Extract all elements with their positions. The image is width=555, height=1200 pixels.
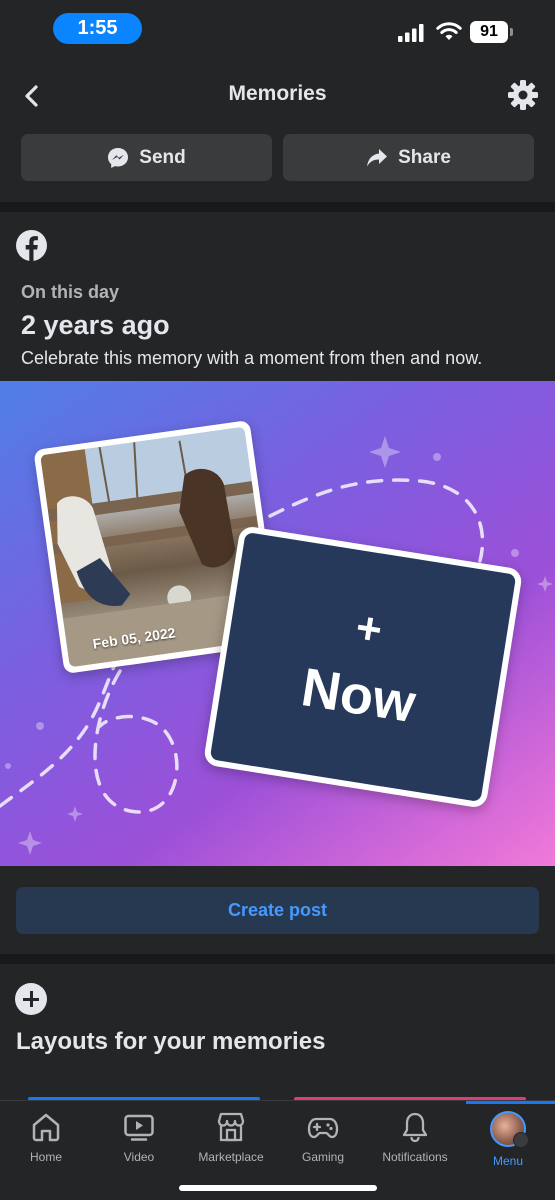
now-label: Now [297, 657, 420, 735]
facebook-logo-icon [16, 230, 47, 261]
battery-indicator: 91 [470, 21, 513, 43]
share-label: Share [398, 146, 451, 168]
tab-notifications-label: Notifications [382, 1150, 448, 1164]
send-button[interactable]: Send [21, 134, 272, 181]
tab-home-label: Home [29, 1150, 62, 1164]
send-label: Send [139, 146, 186, 168]
wifi-icon [436, 22, 462, 40]
memory-card: On this day 2 years ago Celebrate this m… [0, 212, 555, 954]
memory-banner[interactable]: Feb 05, 2022 + Now [0, 381, 555, 866]
gaming-icon [307, 1117, 339, 1139]
create-post-button[interactable]: Create post [16, 887, 539, 934]
layouts-card: Layouts for your memories [0, 964, 555, 1104]
memory-headline: 2 years ago [21, 310, 170, 340]
tab-marketplace-label: Marketplace [198, 1150, 264, 1164]
tab-notifications[interactable]: Notifications [369, 1111, 461, 1164]
plus-circle-icon [15, 983, 47, 1015]
video-icon [124, 1114, 154, 1141]
tab-gaming[interactable]: Gaming [277, 1111, 369, 1164]
menu-badge-icon [513, 1132, 529, 1148]
tab-video[interactable]: Video [93, 1111, 185, 1164]
memory-description: Celebrate this memory with a moment from… [21, 348, 483, 368]
share-button[interactable]: Share [283, 134, 534, 181]
gear-icon[interactable] [507, 79, 539, 111]
status-time: 1:55 [53, 13, 142, 44]
home-icon [32, 1113, 60, 1142]
tab-menu-label: Menu [492, 1154, 524, 1168]
tab-gaming-label: Gaming [301, 1150, 345, 1164]
active-tab-indicator [466, 1101, 555, 1104]
home-indicator [179, 1185, 377, 1191]
bell-icon [402, 1112, 428, 1143]
memory-eyebrow: On this day [21, 282, 120, 302]
page-title: Memories [228, 82, 327, 105]
now-card[interactable]: + Now [202, 525, 524, 809]
tab-video-label: Video [123, 1150, 155, 1164]
layouts-title: Layouts for your memories [16, 1028, 326, 1055]
avatar [490, 1111, 529, 1148]
messenger-icon [108, 147, 129, 168]
signal-icon [398, 24, 424, 42]
tab-menu[interactable]: Menu [462, 1111, 554, 1168]
tab-marketplace[interactable]: Marketplace [185, 1111, 277, 1164]
memories-header: Memories Send Share [0, 60, 555, 202]
tab-home[interactable]: Home [0, 1111, 92, 1164]
marketplace-icon [217, 1112, 245, 1142]
share-arrow-icon [367, 148, 388, 166]
now-plus-icon: + [352, 602, 386, 656]
status-bar: 1:55 91 [0, 0, 555, 60]
